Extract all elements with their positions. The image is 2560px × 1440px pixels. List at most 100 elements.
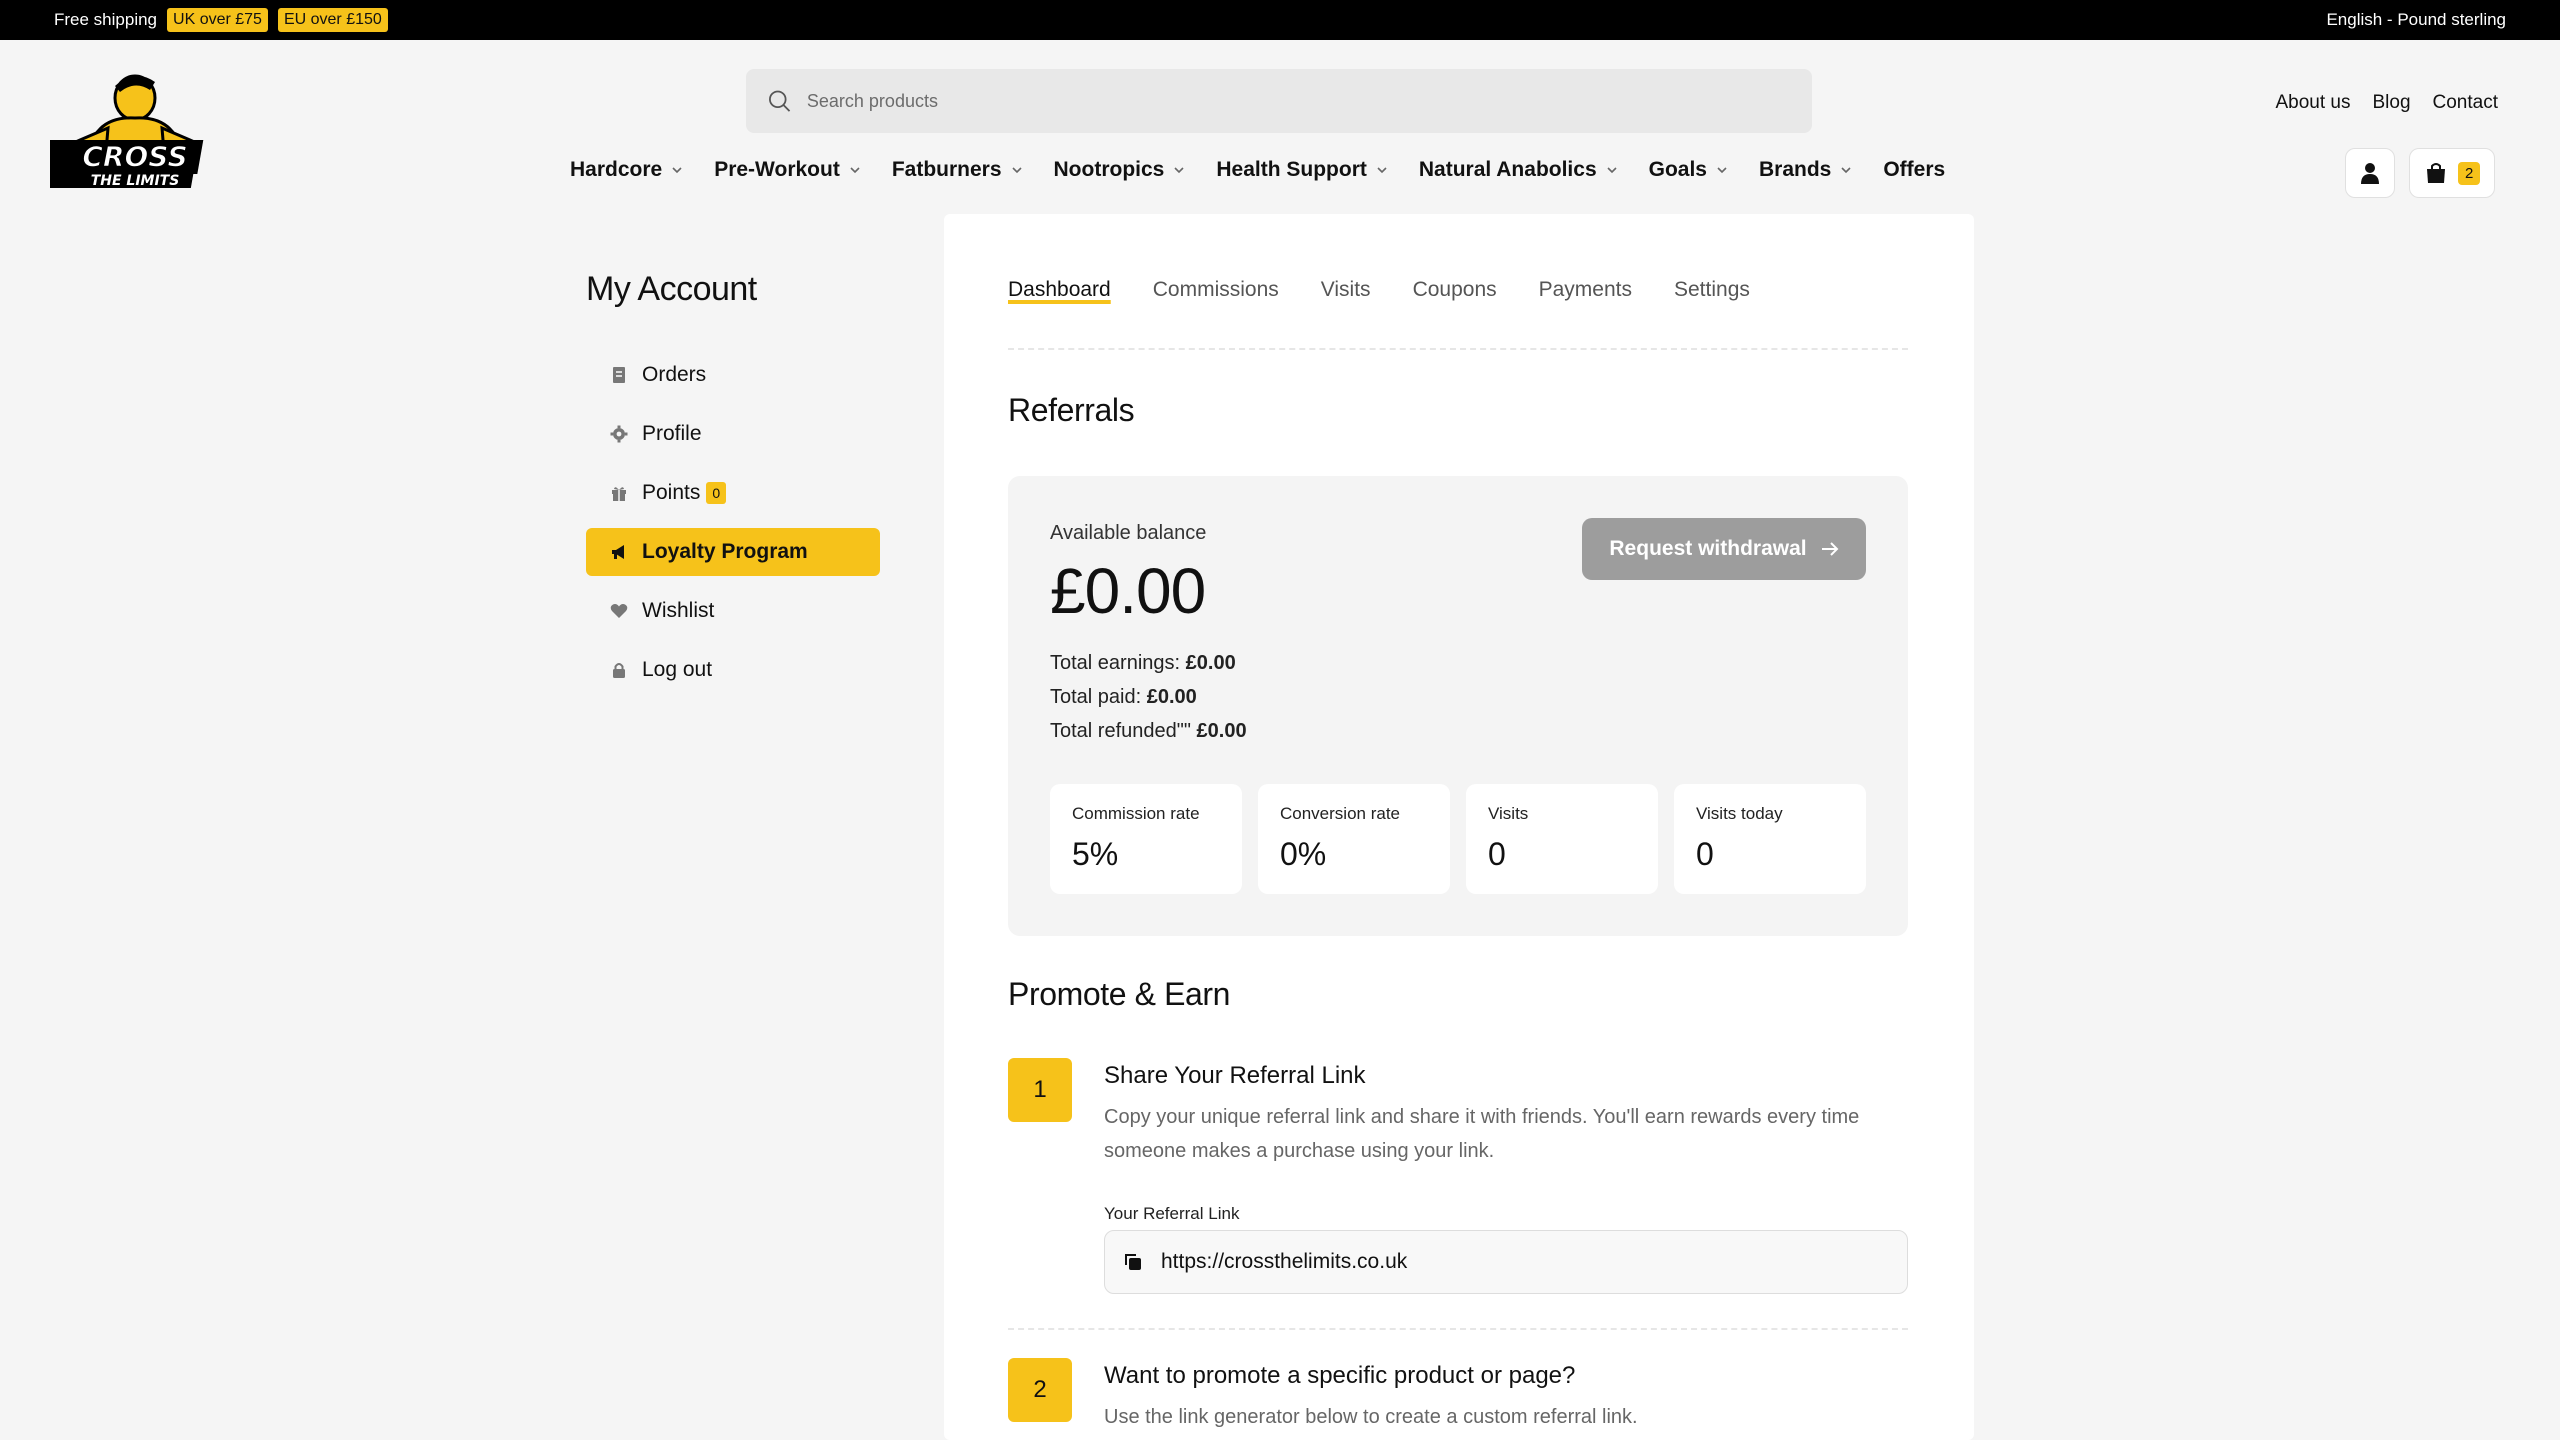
chevron-down-icon bbox=[1174, 167, 1184, 174]
total-refunded-label: Total refunded"" bbox=[1050, 720, 1191, 742]
points-count-badge: 0 bbox=[706, 482, 727, 504]
step-description: Use the link generator below to create a… bbox=[1104, 1406, 1638, 1428]
cart-button[interactable]: 2 bbox=[2409, 148, 2496, 198]
about-us-link[interactable]: About us bbox=[2275, 92, 2350, 114]
balance-card: Available balance £0.00 Total earnings: … bbox=[1008, 476, 1908, 936]
step-number: 2 bbox=[1008, 1358, 1072, 1422]
referrals-title: Referrals bbox=[1008, 392, 1135, 428]
sidebar-item-orders[interactable]: Orders bbox=[586, 351, 880, 399]
stat-value: 0 bbox=[1696, 836, 1714, 872]
nav-label: Brands bbox=[1758, 158, 1832, 181]
account-tabs: Dashboard Commissions Visits Coupons Pay… bbox=[1008, 278, 1750, 302]
sidebar-item-wishlist[interactable]: Wishlist bbox=[586, 587, 880, 635]
chevron-down-icon bbox=[850, 167, 860, 174]
nav-goals[interactable]: Goals bbox=[1649, 158, 1729, 182]
nav-fatburners[interactable]: Fatburners bbox=[892, 158, 1024, 182]
promo-left: Free shipping UK over £75 EU over £150 bbox=[54, 8, 388, 32]
sidebar-item-points[interactable]: Points 0 bbox=[586, 469, 880, 517]
stat-commission-rate: Commission rate 5% bbox=[1050, 784, 1242, 894]
total-paid-row: Total paid: £0.00 bbox=[1050, 680, 1247, 714]
total-earnings-value: £0.00 bbox=[1185, 652, 1236, 674]
sidebar-item-log-out[interactable]: Log out bbox=[586, 646, 880, 694]
tab-dashboard[interactable]: Dashboard bbox=[1008, 278, 1111, 302]
referral-link-value: https://crossthelimits.co.uk bbox=[1161, 1250, 1408, 1273]
sidebar-item-label: Orders bbox=[642, 363, 707, 386]
account-sidebar: My Account Orders Profile Points 0 Loyal… bbox=[586, 270, 880, 705]
gear-icon bbox=[610, 425, 628, 443]
account-title: My Account bbox=[586, 270, 757, 308]
account-button[interactable] bbox=[2345, 148, 2395, 198]
chevron-down-icon bbox=[1717, 167, 1727, 174]
available-balance-label: Available balance bbox=[1050, 522, 1207, 544]
referral-link-label: Your Referral Link bbox=[1104, 1204, 1240, 1223]
tab-settings[interactable]: Settings bbox=[1674, 278, 1750, 302]
referral-stats: Commission rate 5% Conversion rate 0% Visi… bbox=[1050, 784, 1866, 894]
stat-value: 0 bbox=[1488, 836, 1506, 872]
step-number: 1 bbox=[1008, 1058, 1072, 1122]
uk-shipping-badge: UK over £75 bbox=[167, 8, 268, 32]
stat-visits-today: Visits today 0 bbox=[1674, 784, 1866, 894]
locale-selector[interactable]: English - Pound sterling bbox=[2326, 10, 2506, 30]
nav-label: Hardcore bbox=[570, 158, 663, 181]
stat-label: Visits bbox=[1488, 804, 1529, 823]
nav-pre-workout[interactable]: Pre-Workout bbox=[714, 158, 862, 182]
total-earnings-label: Total earnings: bbox=[1050, 652, 1181, 674]
total-paid-label: Total paid: bbox=[1050, 686, 1142, 708]
step-title: Share Your Referral Link bbox=[1104, 1062, 1366, 1089]
nav-hardcore[interactable]: Hardcore bbox=[570, 158, 684, 182]
nav-label: Natural Anabolics bbox=[1418, 158, 1597, 181]
chevron-down-icon bbox=[1841, 167, 1851, 174]
user-icon bbox=[2361, 163, 2379, 184]
tab-commissions[interactable]: Commissions bbox=[1153, 278, 1279, 302]
step-share-link: 1 Share Your Referral Link Copy your uni… bbox=[1008, 1058, 1908, 1318]
lock-icon bbox=[613, 663, 625, 678]
chevron-down-icon bbox=[672, 167, 682, 174]
sidebar-item-label: Wishlist bbox=[642, 599, 715, 622]
nav-label: Health Support bbox=[1216, 158, 1367, 181]
copy-icon[interactable] bbox=[1123, 1252, 1143, 1272]
header-actions: 2 bbox=[2345, 148, 2496, 198]
nav-label: Nootropics bbox=[1053, 158, 1165, 181]
sidebar-item-profile[interactable]: Profile bbox=[586, 410, 880, 458]
sidebar-item-loyalty-program[interactable]: Loyalty Program bbox=[586, 528, 880, 576]
tab-divider bbox=[1008, 348, 1908, 350]
nav-natural-anabolics[interactable]: Natural Anabolics bbox=[1419, 158, 1619, 182]
request-withdrawal-button[interactable]: Request withdrawal bbox=[1582, 518, 1866, 580]
search-bar[interactable] bbox=[746, 69, 1812, 133]
tab-coupons[interactable]: Coupons bbox=[1413, 278, 1497, 302]
nav-nootropics[interactable]: Nootropics bbox=[1054, 158, 1187, 182]
contact-link[interactable]: Contact bbox=[2433, 92, 2498, 114]
gift-icon bbox=[612, 487, 626, 501]
nav-label: Pre-Workout bbox=[714, 158, 840, 181]
chevron-down-icon bbox=[1011, 167, 1022, 174]
blog-link[interactable]: Blog bbox=[2372, 92, 2410, 114]
sidebar-item-label: Points bbox=[642, 481, 701, 504]
total-refunded-row: Total refunded"" £0.00 bbox=[1050, 714, 1247, 748]
balance-totals: Total earnings: £0.00 Total paid: £0.00 … bbox=[1050, 646, 1247, 748]
nav-brands[interactable]: Brands bbox=[1759, 158, 1853, 182]
svg-text:CROSS: CROSS bbox=[82, 140, 187, 173]
tab-visits[interactable]: Visits bbox=[1321, 278, 1371, 302]
svg-text:THE LIMITS: THE LIMITS bbox=[91, 173, 180, 189]
site-logo[interactable]: CROSS THE LIMITS bbox=[50, 68, 220, 190]
eu-shipping-badge: EU over £150 bbox=[277, 8, 388, 32]
nav-health-support[interactable]: Health Support bbox=[1216, 158, 1389, 182]
main-nav: Hardcore Pre-Workout Fatburners Nootropi… bbox=[570, 158, 1945, 182]
nav-label: Offers bbox=[1883, 158, 1946, 181]
nav-offers[interactable]: Offers bbox=[1883, 158, 1945, 182]
free-shipping-text: Free shipping bbox=[54, 10, 158, 29]
sidebar-item-label: Loyalty Program bbox=[642, 540, 808, 563]
top-links: About us Blog Contact bbox=[2275, 92, 2498, 114]
step-divider bbox=[1008, 1328, 1908, 1330]
megaphone-icon bbox=[612, 545, 624, 559]
total-refunded-value: £0.00 bbox=[1196, 720, 1247, 742]
referral-link-field[interactable]: https://crossthelimits.co.uk bbox=[1104, 1230, 1908, 1294]
promo-bar: Free shipping UK over £75 EU over £150 E… bbox=[0, 0, 2560, 40]
cart-count-badge: 2 bbox=[2458, 161, 2481, 185]
tab-payments[interactable]: Payments bbox=[1539, 278, 1632, 302]
shopping-bag-icon bbox=[2427, 163, 2445, 183]
search-input[interactable] bbox=[806, 90, 1792, 112]
step-title: Want to promote a specific product or pa… bbox=[1104, 1362, 1576, 1389]
chevron-down-icon bbox=[1607, 167, 1617, 174]
arrow-right-icon bbox=[1821, 542, 1839, 556]
